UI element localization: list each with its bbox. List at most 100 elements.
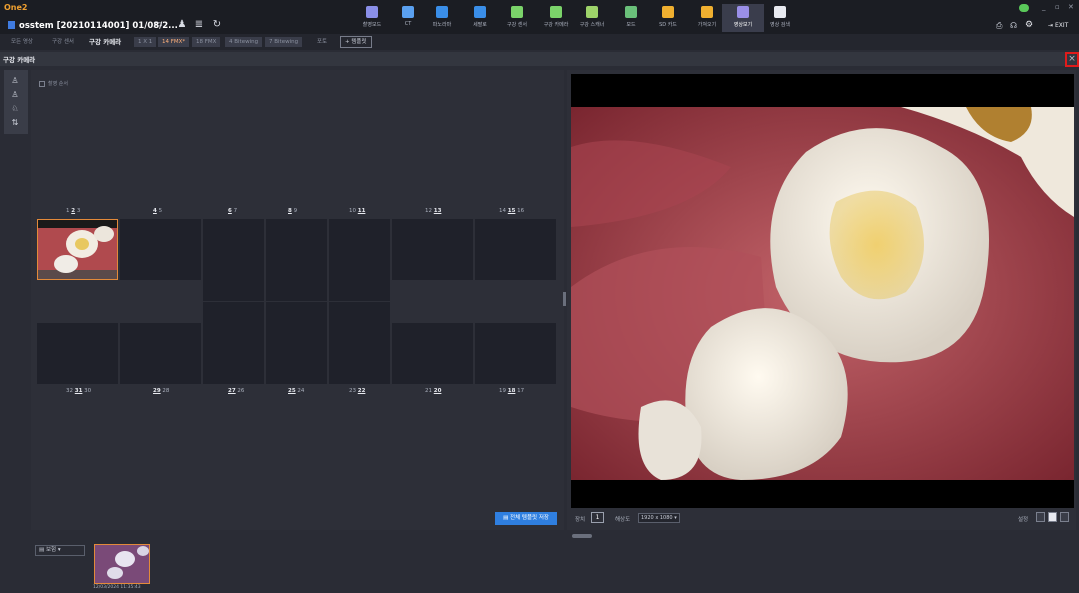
- module-image-view[interactable]: 영상보기: [722, 4, 764, 32]
- resolution-select[interactable]: 1920 x 1080 ▾: [638, 513, 680, 523]
- tooth-number: 14: [499, 208, 506, 214]
- template-slot[interactable]: [203, 219, 264, 301]
- tooth-number: 12: [425, 208, 432, 214]
- list-icon[interactable]: ≣: [193, 19, 205, 30]
- device-count-field[interactable]: 1: [591, 512, 604, 523]
- template-slot[interactable]: [475, 323, 556, 384]
- module-label: 영상보기: [733, 22, 753, 28]
- module-sd-card[interactable]: SD 카드: [647, 4, 689, 32]
- module-scanner[interactable]: 구강 스캐너: [571, 4, 613, 32]
- template-slot[interactable]: [266, 219, 327, 301]
- maximize-icon[interactable]: ▫: [1055, 3, 1060, 11]
- template-7-bitewing[interactable]: 7 Bitewing: [265, 37, 303, 47]
- filter-value: 보험: [45, 547, 57, 553]
- module-label: 구강 센서: [507, 22, 527, 28]
- tooth-number: 24: [297, 388, 305, 394]
- tab-intraoral-camera[interactable]: 구강 카메라: [89, 36, 121, 46]
- template-slot[interactable]: [37, 323, 118, 384]
- template-slot[interactable]: [475, 219, 556, 280]
- search-icon: [774, 6, 786, 18]
- intraoral-photo[interactable]: [571, 107, 1074, 480]
- template-slot[interactable]: [392, 219, 473, 280]
- tooth-number: 29: [153, 388, 161, 394]
- image-thumbnail[interactable]: [94, 544, 150, 584]
- module-label: SD 카드: [659, 22, 677, 28]
- viewer-letterbox-bottom: [571, 480, 1074, 508]
- close-icon: ×: [1068, 54, 1076, 64]
- capture-icon: [366, 6, 378, 18]
- scanner-icon: [586, 6, 598, 18]
- capture-mode-icon[interactable]: [1048, 512, 1057, 522]
- template-14fmx[interactable]: 14 FMX*: [158, 37, 190, 47]
- tooth-number-group: 14 15 16: [499, 208, 524, 214]
- tab-all-images[interactable]: 모든 영상: [11, 37, 33, 45]
- swap-tooth-icon[interactable]: ⇅: [10, 118, 20, 127]
- person-icon[interactable]: ♟: [176, 19, 188, 30]
- sensor-icon: [511, 6, 523, 18]
- module-label: 모드: [626, 22, 636, 28]
- tab-photo[interactable]: 포토: [317, 37, 327, 45]
- memo-icon[interactable]: ▭: [152, 19, 164, 30]
- module-panorama[interactable]: 파노라마: [421, 4, 463, 32]
- template-slot[interactable]: [266, 302, 327, 384]
- tooth-number-group: 4 5: [153, 208, 162, 214]
- fit-view-icon[interactable]: [1036, 512, 1045, 522]
- upper-tooth-icon[interactable]: ♙: [10, 76, 20, 85]
- status-icon: [1019, 4, 1029, 12]
- template-slot[interactable]: [120, 323, 201, 384]
- image-view-icon: [737, 6, 749, 18]
- gallery-view-icon[interactable]: [1060, 512, 1069, 522]
- resolution-value: 1920 x 1080: [641, 515, 673, 521]
- tooth-number: 17: [517, 388, 525, 394]
- tooth-number: 25: [288, 388, 296, 394]
- minimize-icon[interactable]: _: [1042, 3, 1046, 11]
- module-mode[interactable]: 모드: [610, 4, 652, 32]
- close-panel-button[interactable]: ×: [1065, 52, 1079, 67]
- template-slot[interactable]: [329, 219, 390, 301]
- lower-tooth-icon[interactable]: ♙: [10, 90, 20, 99]
- template-slot[interactable]: [329, 302, 390, 384]
- module-search[interactable]: 영상 검색: [759, 4, 801, 32]
- panorama-icon: [436, 6, 448, 18]
- window-close-icon[interactable]: ✕: [1068, 3, 1074, 11]
- tab-intraoral-sensor[interactable]: 구강 센서: [52, 37, 74, 45]
- headset-icon[interactable]: ☊: [1010, 21, 1017, 30]
- tooth-number-group: 1 2 3: [66, 208, 80, 214]
- module-label: 파노라마: [432, 22, 452, 28]
- refresh-icon[interactable]: ↻: [211, 19, 223, 30]
- save-all-templates-button[interactable]: ▤ 전체 템플릿 저장: [495, 512, 557, 525]
- settings-gear-icon[interactable]: ⚙: [1025, 20, 1033, 30]
- module-sensor[interactable]: 구강 센서: [496, 4, 538, 32]
- exit-button[interactable]: ⇥ EXIT: [1048, 22, 1068, 29]
- panel-splitter[interactable]: [563, 292, 566, 306]
- tooth-number: 2: [71, 208, 76, 214]
- display-label: 설정: [1018, 517, 1029, 523]
- insurance-filter-select[interactable]: ▤ 보험 ▾: [35, 545, 85, 556]
- save-all-label: 전체 템플릿 저장: [510, 515, 549, 521]
- template-4-bitewing[interactable]: 4 Bitewing: [225, 37, 263, 47]
- rotate-tooth-icon[interactable]: ♘: [10, 104, 20, 113]
- thumbnail-strip: [31, 538, 1076, 593]
- save-icon: ▤: [503, 515, 511, 521]
- printer-icon[interactable]: ⎙: [996, 21, 1002, 31]
- tooth-number-group: 27 26: [228, 388, 244, 394]
- tooth-number: 28: [162, 388, 170, 394]
- template-slot[interactable]: [120, 219, 201, 280]
- exit-icon: ⇥: [1048, 22, 1054, 29]
- tooth-number-group: 23 22: [349, 388, 365, 394]
- template-slot[interactable]: [37, 219, 118, 280]
- import-icon: [701, 6, 713, 18]
- template-1x1[interactable]: 1 X 1: [134, 37, 157, 47]
- template-18fmx[interactable]: 18 FMX: [192, 37, 221, 47]
- capture-order-checkbox[interactable]: [39, 81, 45, 87]
- template-slot[interactable]: [392, 323, 473, 384]
- tooth-number: 16: [517, 208, 525, 214]
- intraoral-camera-icon: [550, 6, 562, 18]
- template-slot[interactable]: [203, 302, 264, 384]
- module-cephalo[interactable]: 세팔로: [459, 4, 501, 32]
- add-template-button[interactable]: + 템플릿: [340, 36, 372, 48]
- tooth-number: 7: [233, 208, 238, 214]
- device-count-label: 장치: [575, 517, 586, 523]
- tooth-number-group: 8 9: [288, 208, 297, 214]
- tooth-number: 21: [425, 388, 432, 394]
